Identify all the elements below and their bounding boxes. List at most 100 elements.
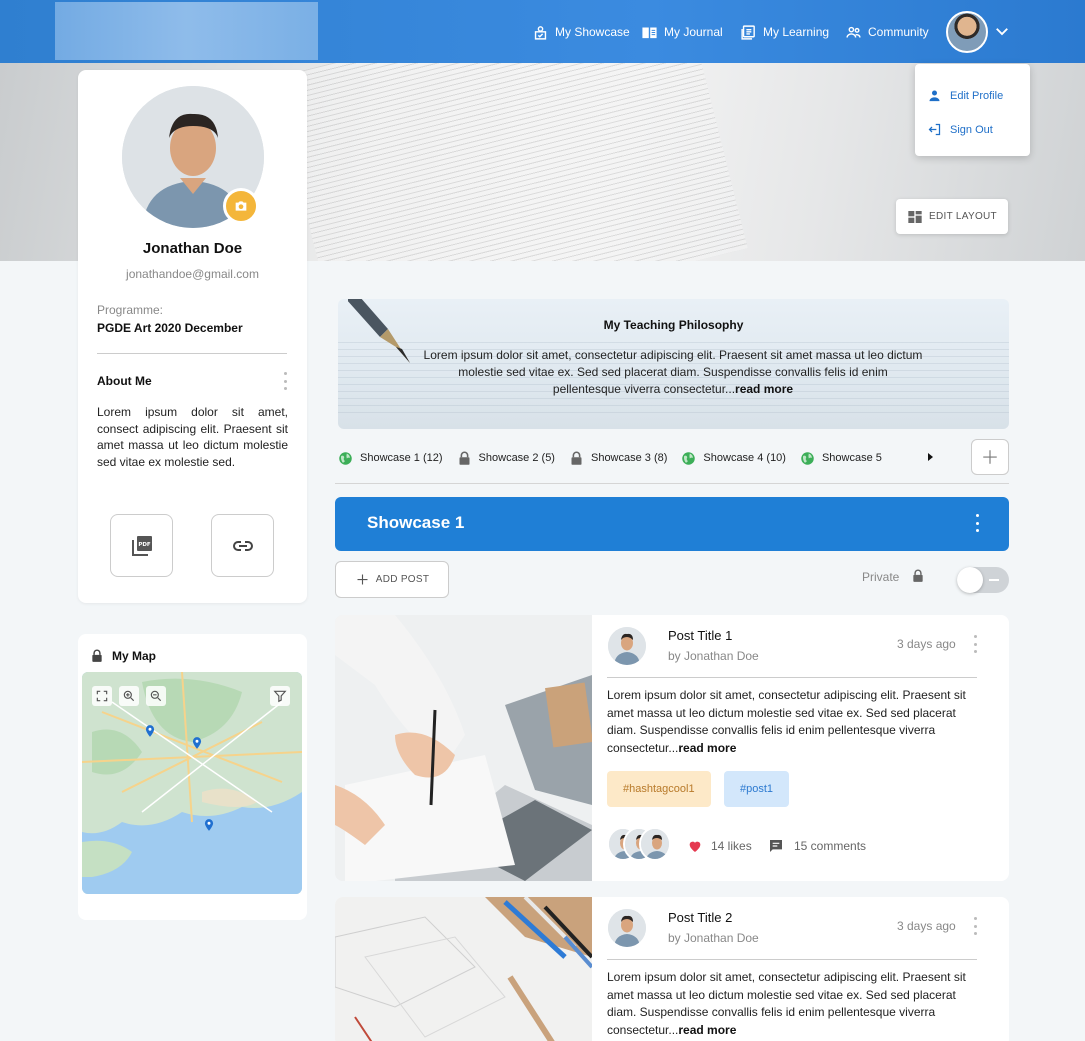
- post-card[interactable]: Post Title 1 by Jonathan Doe 3 days ago …: [335, 615, 1009, 881]
- post-text: Lorem ipsum dolor sit amet, consectetur …: [607, 688, 966, 755]
- user-avatar[interactable]: [946, 11, 988, 53]
- philosophy-body: Lorem ipsum dolor sit amet, consectetur …: [423, 348, 923, 396]
- post-image[interactable]: [335, 897, 592, 1041]
- filter-icon[interactable]: [270, 686, 290, 706]
- about-me-title: About Me: [97, 374, 152, 388]
- post-more-menu-icon[interactable]: [973, 635, 977, 653]
- tabs-scroll-right-icon[interactable]: [928, 453, 933, 461]
- author-avatar[interactable]: [608, 909, 646, 947]
- fountain-pen-icon: [348, 299, 410, 363]
- sign-out-label: Sign Out: [950, 123, 993, 136]
- fullscreen-icon[interactable]: [92, 686, 112, 706]
- tab-showcase-2[interactable]: Showcase 2 (5): [457, 451, 555, 466]
- divider: [607, 959, 977, 960]
- showcase-more-menu-icon[interactable]: [975, 514, 979, 532]
- add-post-button[interactable]: ADD POST: [335, 561, 449, 598]
- edit-profile-menu-item[interactable]: Edit Profile: [927, 88, 1003, 103]
- showcase-icon: [534, 25, 547, 40]
- map-pin-icon[interactable]: [190, 736, 204, 750]
- post-text: Lorem ipsum dolor sit amet, consectetur …: [607, 970, 966, 1037]
- comments-button[interactable]: 15 comments: [768, 838, 866, 854]
- zoom-out-icon[interactable]: [146, 686, 166, 706]
- map-view[interactable]: [82, 672, 302, 894]
- likes-count: 14 likes: [711, 839, 752, 853]
- programme-label: Programme:: [97, 303, 164, 317]
- post-read-more-link[interactable]: read more: [678, 1023, 736, 1037]
- nav-community[interactable]: Community: [845, 20, 929, 44]
- svg-text:PDF: PDF: [138, 542, 151, 548]
- hashtag-chip[interactable]: #hashtagcool1: [607, 771, 711, 807]
- tab-showcase-3[interactable]: Showcase 3 (8): [569, 451, 667, 466]
- zoom-in-icon[interactable]: [119, 686, 139, 706]
- heart-icon: [689, 841, 701, 852]
- post-timestamp: 3 days ago: [897, 919, 956, 933]
- person-icon: [929, 90, 940, 102]
- nav-my-learning[interactable]: My Learning: [740, 20, 829, 44]
- showcase-title: Showcase 1: [367, 513, 465, 532]
- map-title-label: My Map: [112, 649, 157, 663]
- add-post-label: ADD POST: [375, 574, 430, 585]
- post-body: Lorem ipsum dolor sit amet, consectetur …: [607, 687, 977, 757]
- about-more-menu-icon[interactable]: [283, 372, 287, 390]
- comment-icon: [770, 840, 782, 852]
- post-author: by Jonathan Doe: [668, 931, 759, 945]
- private-toggle[interactable]: [957, 567, 1009, 593]
- tab-showcase-5[interactable]: Showcase 5: [800, 451, 882, 466]
- divider: [97, 353, 287, 354]
- map-pin-icon[interactable]: [202, 818, 216, 832]
- toggle-knob: [957, 567, 983, 593]
- showcase-tabs: Showcase 1 (12) Showcase 2 (5) Showcase …: [338, 448, 896, 468]
- like-button[interactable]: 14 likes: [687, 838, 752, 854]
- globe-icon: [682, 451, 696, 465]
- map-title: My Map: [90, 649, 156, 663]
- pdf-button[interactable]: PDF: [110, 514, 173, 577]
- chevron-down-icon[interactable]: [993, 22, 1011, 40]
- plus-icon: [357, 574, 368, 585]
- link-button[interactable]: [211, 514, 274, 577]
- nav-my-showcase[interactable]: My Showcase: [532, 20, 630, 44]
- edit-layout-button[interactable]: EDIT LAYOUT: [896, 199, 1008, 234]
- programme-value: PGDE Art 2020 December: [97, 321, 243, 335]
- profile-card: Jonathan Doe jonathandoe@gmail.com Progr…: [78, 70, 307, 603]
- globe-icon: [801, 451, 814, 465]
- cover-image: [272, 63, 748, 261]
- post-title[interactable]: Post Title 2: [668, 910, 732, 925]
- lock-icon: [571, 451, 582, 465]
- lock-icon: [913, 569, 923, 582]
- teaching-philosophy-card[interactable]: My Teaching Philosophy Lorem ipsum dolor…: [338, 299, 1009, 429]
- my-map-card: My Map: [78, 634, 307, 920]
- post-more-menu-icon[interactable]: [973, 917, 977, 935]
- lock-icon: [92, 649, 102, 662]
- tab-showcase-4[interactable]: Showcase 4 (10): [681, 451, 786, 466]
- toggle-off-mark: [989, 579, 999, 581]
- post-title[interactable]: Post Title 1: [668, 628, 732, 643]
- camera-icon: [235, 201, 247, 211]
- add-showcase-button[interactable]: [971, 439, 1009, 475]
- post-card[interactable]: Post Title 2 by Jonathan Doe 3 days ago …: [335, 897, 1009, 1041]
- sign-out-icon: [928, 123, 941, 136]
- sign-out-menu-item[interactable]: Sign Out: [927, 122, 993, 137]
- tabs-divider: [335, 483, 1009, 484]
- divider: [607, 677, 977, 678]
- post-image[interactable]: [335, 615, 592, 881]
- post-read-more-link[interactable]: read more: [678, 741, 736, 755]
- author-avatar[interactable]: [608, 627, 646, 665]
- philosophy-read-more-link[interactable]: read more: [735, 382, 793, 396]
- change-photo-button[interactable]: [223, 188, 259, 224]
- likers-avatars[interactable]: [607, 827, 671, 861]
- profile-email: jonathandoe@gmail.com: [126, 267, 259, 281]
- post-body: Lorem ipsum dolor sit amet, consectetur …: [607, 969, 977, 1039]
- learning-icon: [741, 24, 755, 40]
- philosophy-text: Lorem ipsum dolor sit amet, consectetur …: [423, 347, 923, 398]
- nav-my-journal[interactable]: My Journal: [641, 20, 723, 44]
- hashtag-chip[interactable]: #post1: [724, 771, 790, 807]
- private-label: Private: [862, 570, 900, 584]
- logo[interactable]: [55, 2, 318, 60]
- tab-label: Showcase 2 (5): [478, 452, 555, 464]
- tab-label: Showcase 4 (10): [703, 452, 786, 464]
- post-author: by Jonathan Doe: [668, 649, 759, 663]
- about-me-text: Lorem ipsum dolor sit amet, consect adip…: [97, 405, 288, 469]
- nav-label: My Showcase: [555, 25, 630, 39]
- tab-showcase-1[interactable]: Showcase 1 (12): [338, 451, 443, 466]
- map-pin-icon[interactable]: [143, 724, 157, 738]
